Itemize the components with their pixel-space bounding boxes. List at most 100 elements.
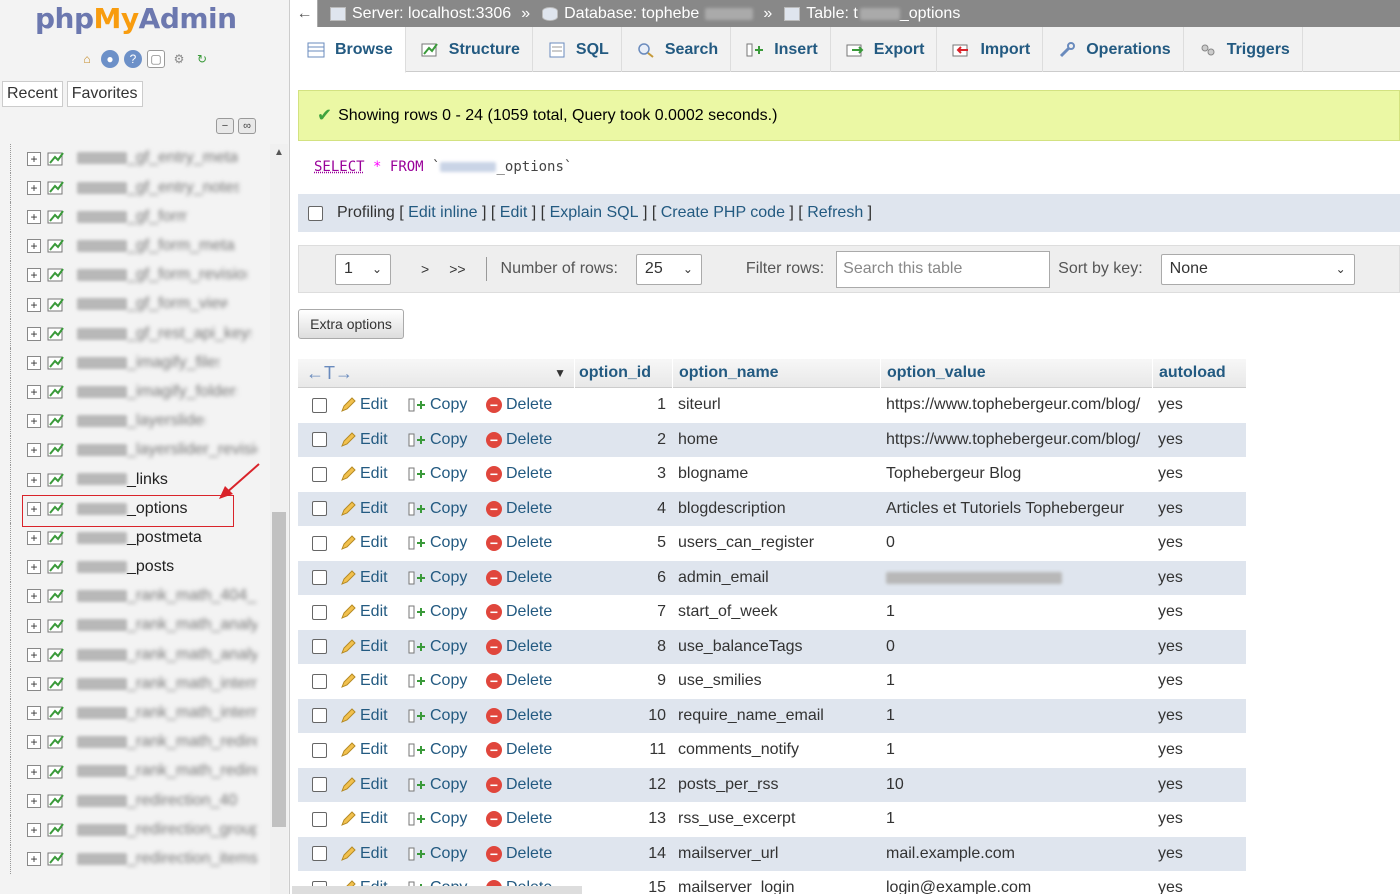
tab-export[interactable]: Export — [831, 27, 938, 72]
cell-option-value[interactable]: 1 — [880, 707, 1152, 725]
copy-row-link[interactable]: Copy — [408, 776, 486, 794]
cell-option-value[interactable]: https://www.tophebergeur.com/blog/ — [880, 396, 1152, 414]
sidebar-table-name[interactable]: _rank_math_analytics — [77, 616, 257, 634]
sidebar-table-name[interactable]: _redirection_groups — [77, 821, 257, 839]
sidebar-table-name[interactable]: _layerslider_revisions — [77, 441, 257, 459]
cell-option-value[interactable]: 1 — [880, 603, 1152, 621]
explain-sql-link[interactable]: Explain SQL — [550, 204, 639, 222]
cell-autoload[interactable]: yes — [1152, 500, 1246, 518]
column-header-option-value[interactable]: option_value — [880, 358, 1152, 388]
sidebar-table-item[interactable]: + _rank_math_redirect — [10, 727, 270, 757]
sidebar-table-item[interactable]: + _layerslider — [10, 406, 270, 436]
sidebar-table-name[interactable]: _posts — [77, 558, 174, 576]
row-checkbox[interactable] — [311, 466, 327, 482]
table-icon[interactable] — [47, 442, 65, 458]
cell-autoload[interactable]: yes — [1152, 810, 1246, 828]
tab-triggers[interactable]: Triggers — [1184, 27, 1303, 72]
cell-option-id[interactable]: 4 — [574, 500, 672, 518]
sort-dropdown-icon[interactable]: ▼ — [554, 366, 566, 380]
edit-row-link[interactable]: Edit — [340, 534, 408, 552]
cell-option-name[interactable]: admin_email — [672, 569, 880, 587]
sidebar-table-name[interactable]: _gf_entry_meta — [77, 149, 237, 167]
cell-option-id[interactable]: 7 — [574, 603, 672, 621]
row-checkbox[interactable] — [311, 708, 327, 724]
expand-icon[interactable]: + — [27, 414, 41, 429]
expand-icon[interactable]: + — [27, 239, 41, 254]
sidebar-table-item[interactable]: + _rank_math_internal — [10, 698, 270, 728]
cell-option-value[interactable]: login@example.com — [880, 879, 1152, 894]
cell-option-id[interactable]: 3 — [574, 465, 672, 483]
cell-option-name[interactable]: start_of_week — [672, 603, 880, 621]
cell-option-id[interactable]: 9 — [574, 672, 672, 690]
cell-autoload[interactable]: yes — [1152, 396, 1246, 414]
cell-option-id[interactable]: 15 — [574, 879, 672, 894]
sidebar-table-name[interactable]: _rank_math_analytics — [77, 646, 257, 664]
row-checkbox[interactable] — [311, 570, 327, 586]
sidebar-table-item[interactable]: + _gf_entry_notes — [10, 173, 270, 203]
cell-option-name[interactable]: mailserver_url — [672, 845, 880, 863]
cell-option-name[interactable]: rss_use_excerpt — [672, 810, 880, 828]
table-icon[interactable] — [47, 734, 65, 750]
table-icon[interactable] — [47, 472, 65, 488]
sidebar-table-name[interactable]: _gf_form_revisions — [77, 266, 247, 284]
expand-icon[interactable]: + — [27, 852, 41, 867]
sidebar-table-name[interactable]: _gf_rest_api_keys — [77, 325, 251, 343]
cell-autoload[interactable]: yes — [1152, 672, 1246, 690]
breadcrumb-table[interactable]: Table: t _options — [784, 5, 960, 23]
edit-row-link[interactable]: Edit — [340, 569, 408, 587]
sidebar-table-item[interactable]: + _gf_rest_api_keys — [10, 319, 270, 349]
table-icon[interactable] — [47, 676, 65, 692]
row-checkbox[interactable] — [311, 777, 327, 793]
cell-autoload[interactable]: yes — [1152, 776, 1246, 794]
table-icon[interactable] — [47, 355, 65, 371]
cell-option-value[interactable]: 1 — [880, 741, 1152, 759]
expand-icon[interactable]: + — [27, 326, 41, 341]
copy-row-link[interactable]: Copy — [408, 396, 486, 414]
sidebar-table-item[interactable]: + _rank_math_404_logs — [10, 581, 270, 611]
table-icon[interactable] — [47, 705, 65, 721]
cell-option-name[interactable]: users_can_register — [672, 534, 880, 552]
cell-autoload[interactable]: yes — [1152, 534, 1246, 552]
edit-row-link[interactable]: Edit — [340, 810, 408, 828]
sidebar-table-name[interactable]: _imagify_files — [77, 354, 219, 372]
delete-row-link[interactable]: −Delete — [486, 638, 574, 656]
row-checkbox[interactable] — [311, 501, 327, 517]
edit-row-link[interactable]: Edit — [340, 603, 408, 621]
table-icon[interactable] — [47, 180, 65, 196]
table-icon[interactable] — [47, 151, 65, 167]
edit-row-link[interactable]: Edit — [340, 707, 408, 725]
expand-icon[interactable]: + — [27, 385, 41, 400]
row-checkbox[interactable] — [311, 811, 327, 827]
sidebar-table-item[interactable]: + _rank_math_analytics — [10, 640, 270, 670]
sidebar-table-name[interactable]: _gf_form_view — [77, 295, 227, 313]
breadcrumb-server[interactable]: Server: localhost:3306 — [330, 5, 511, 23]
sidebar-table-name[interactable]: _gf_form_meta — [77, 237, 235, 255]
copy-row-link[interactable]: Copy — [408, 569, 486, 587]
sidebar-scroll-thumb[interactable] — [272, 512, 286, 827]
sidebar-table-item[interactable]: + _gf_form — [10, 202, 270, 232]
expand-icon[interactable]: + — [27, 209, 41, 224]
table-icon[interactable] — [47, 238, 65, 254]
cell-option-value[interactable] — [880, 569, 1152, 587]
cell-option-id[interactable]: 5 — [574, 534, 672, 552]
edit-row-link[interactable]: Edit — [340, 638, 408, 656]
sidebar-table-name[interactable]: _gf_entry_notes — [77, 179, 239, 197]
cell-option-value[interactable]: 0 — [880, 534, 1152, 552]
expand-icon[interactable]: + — [27, 531, 41, 546]
expand-icon[interactable]: + — [27, 822, 41, 837]
sidebar-table-item[interactable]: + _rank_math_redirect — [10, 756, 270, 787]
table-icon[interactable] — [47, 413, 65, 429]
copy-row-link[interactable]: Copy — [408, 638, 486, 656]
cell-option-value[interactable]: Tophebergeur Blog — [880, 465, 1152, 483]
expand-icon[interactable]: + — [27, 443, 41, 458]
sidebar-table-name[interactable]: _links — [77, 471, 168, 489]
sort-by-key-select[interactable]: None ⌄ — [1160, 253, 1355, 285]
cell-option-name[interactable]: blogdescription — [672, 500, 880, 518]
logout-icon[interactable]: ● — [101, 50, 119, 68]
copy-row-link[interactable]: Copy — [408, 672, 486, 690]
table-icon[interactable] — [47, 530, 65, 546]
edit-inline-link[interactable]: Edit inline — [408, 204, 477, 222]
edit-row-link[interactable]: Edit — [340, 396, 408, 414]
table-icon[interactable] — [47, 588, 65, 604]
filter-rows-input[interactable]: Search this table — [836, 250, 1051, 288]
